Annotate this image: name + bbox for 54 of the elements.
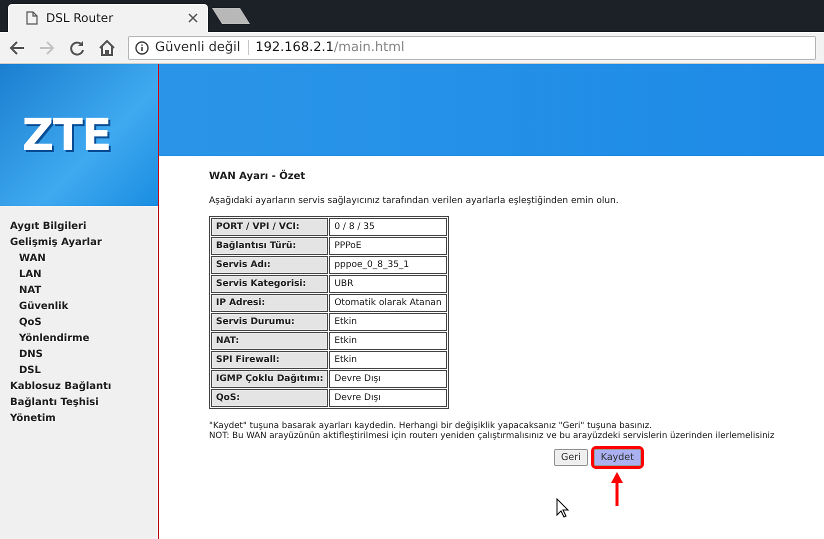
security-label: Güvenli değil [155, 40, 250, 55]
info-icon[interactable] [135, 40, 149, 54]
new-tab-icon[interactable] [212, 8, 252, 24]
annotation-arrow [611, 472, 624, 506]
sidebar-link[interactable]: DNS [10, 347, 158, 363]
table-cell: PORT / VPI / VCI: [211, 218, 328, 236]
table-cell: Servis Adı: [211, 256, 328, 274]
table-cell: Devre Dışı [329, 389, 447, 407]
table-cell: Etkin [329, 351, 447, 369]
table-cell: pppoe_0_8_35_1 [329, 256, 447, 274]
browser-tab[interactable]: DSL Router [8, 4, 208, 32]
table-cell: UBR [329, 275, 447, 293]
table-cell: IGMP Çoklu Dağıtımı: [211, 370, 328, 388]
page-title: WAN Ayarı - Özet [209, 171, 306, 182]
address-field[interactable]: Güvenli değil 192.168.2.1/main.html [128, 36, 816, 60]
sidebar-link[interactable]: LAN [10, 267, 158, 283]
reload-icon[interactable] [68, 38, 86, 56]
table-cell: Otomatik olarak Atanan [329, 294, 447, 312]
table-cell: Servis Kategorisi: [211, 275, 328, 293]
sidebar-link[interactable]: DSL [10, 363, 158, 379]
note-text: NOT: Bu WAN arayüzünün aktifleştirilmesi için routerı yeniden çalıştırmalısınız ve bu arayüzdeki servislerin üzerinden ilerlemelisiniz [209, 431, 776, 441]
table-cell: 0 / 8 / 35 [329, 218, 447, 236]
table-cell: Bağlantısı Türü: [211, 237, 328, 255]
table-cell: IP Adresi: [211, 294, 328, 312]
tab-title: DSL Router [46, 11, 114, 25]
sidebar-link[interactable]: Aygıt Bilgileri [10, 219, 158, 235]
url-text: 192.168.2.1/main.html [255, 40, 405, 55]
table-cell: Etkin [329, 313, 447, 331]
sidebar-link[interactable]: QoS [10, 315, 158, 331]
sidebar-link[interactable]: Güvenlik [10, 299, 158, 315]
table-cell: Devre Dışı [329, 370, 447, 388]
document-icon [26, 11, 38, 25]
sidebar-link[interactable]: Gelişmiş Ayarlar [10, 235, 158, 251]
sidebar-link[interactable]: WAN [10, 251, 158, 267]
sidebar-link[interactable]: NAT [10, 283, 158, 299]
table-cell: Etkin [329, 332, 447, 350]
close-icon[interactable] [188, 13, 198, 23]
sidebar-link[interactable]: Yönetim [10, 411, 158, 427]
back-arrow-icon[interactable] [8, 38, 26, 56]
mouse-cursor-icon [556, 498, 570, 518]
form-button[interactable]: Kaydet [594, 449, 641, 466]
table-cell: Servis Durumu: [211, 313, 328, 331]
sidebar-link[interactable]: Kablosuz Bağlantı [10, 379, 158, 395]
form-button[interactable]: Geri [554, 449, 588, 466]
home-icon[interactable] [98, 38, 116, 56]
logo-text: ZTE [22, 110, 111, 160]
table-cell: PPPoE [329, 237, 447, 255]
sidebar-link[interactable]: Yönlendirme [10, 331, 158, 347]
table-cell: SPI Firewall: [211, 351, 328, 369]
table-cell: NAT: [211, 332, 328, 350]
note-text: "Kaydet" tuşuna basarak ayarları kaydedin. Herhangi bir değişiklik yapacaksanız "Geri" tuşuna basınız. [209, 421, 653, 431]
table-cell: QoS: [211, 389, 328, 407]
intro-text: Aşağıdaki ayarların servis sağlayıcınız tarafından verilen ayarlarla eşleştiğinden emin olun. [209, 196, 620, 206]
sidebar-link[interactable]: Bağlantı Teşhisi [10, 395, 158, 411]
